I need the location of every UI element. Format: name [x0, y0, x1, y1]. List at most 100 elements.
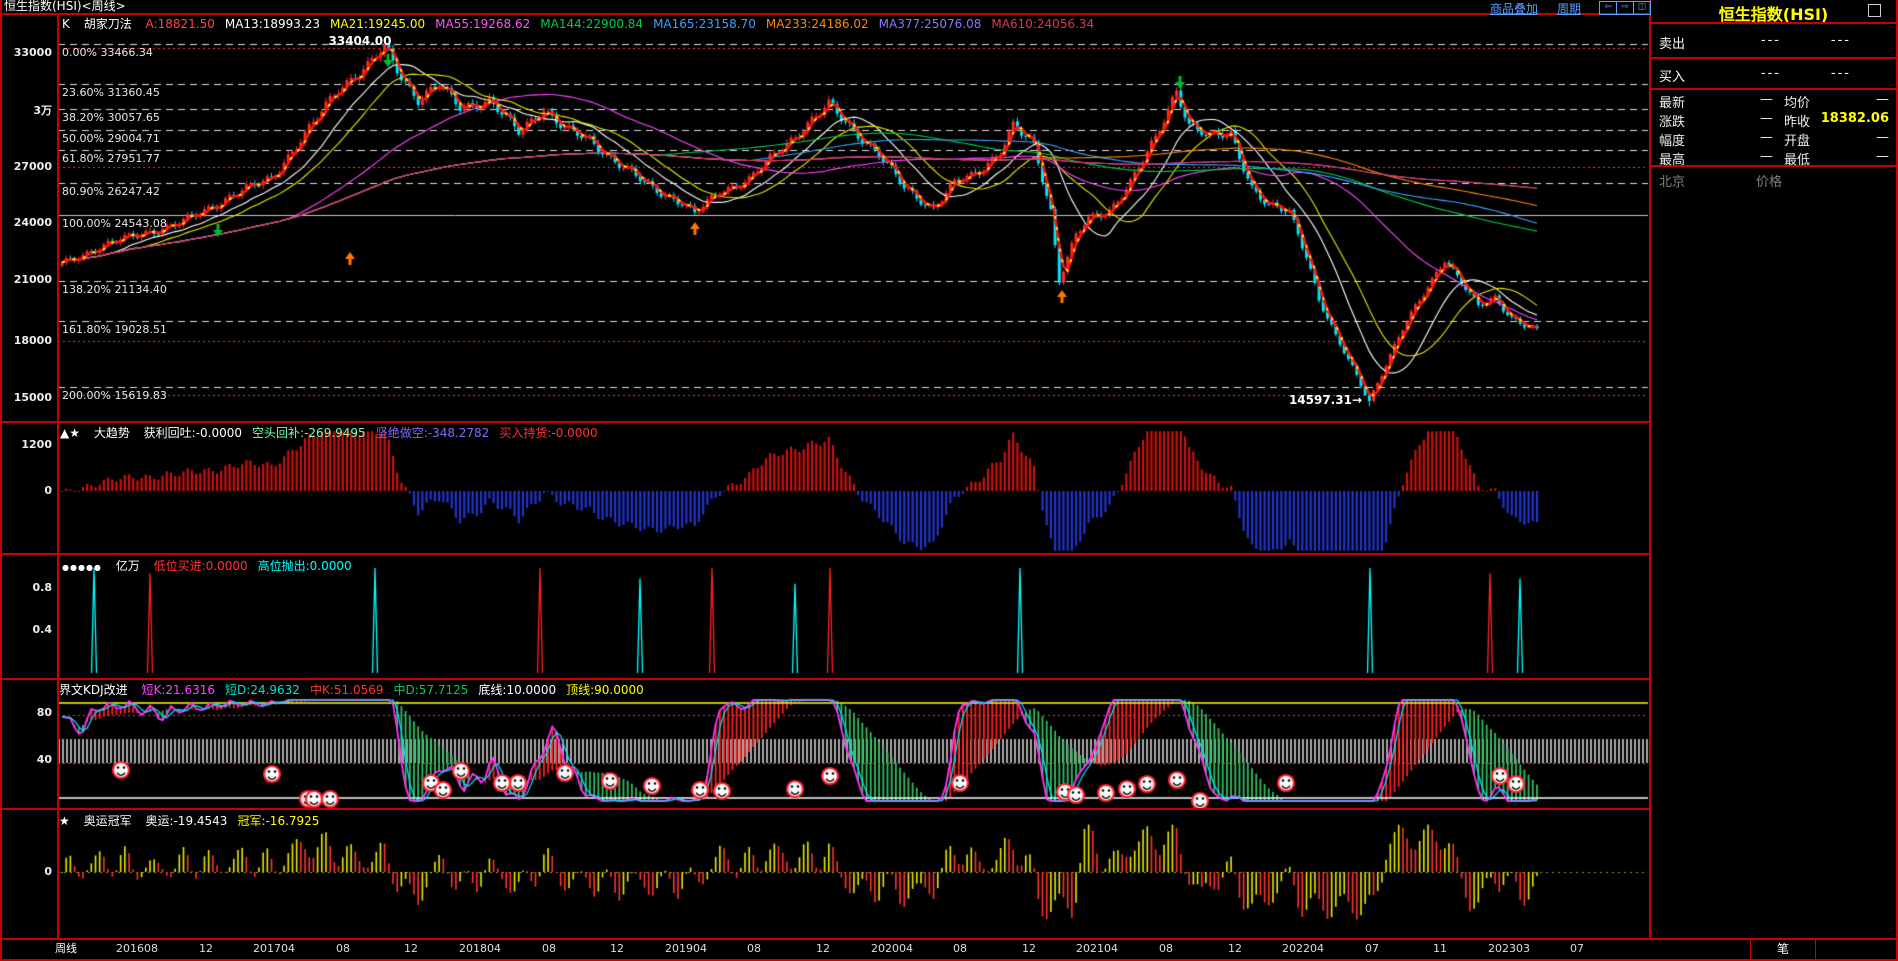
axis-label: 15000	[0, 391, 52, 404]
axis-label: 24000	[0, 216, 52, 229]
ask-label: 卖出	[1659, 33, 1685, 52]
indicator-value: 顶线:90.0000	[566, 683, 644, 697]
x-axis-tick: 12	[199, 942, 213, 955]
quote-row: 幅度—开盘—	[1651, 130, 1896, 146]
period-button[interactable]: 周期	[1557, 0, 1581, 17]
quote-field-value: —	[1711, 130, 1773, 145]
quote-panel: 恒生指数(HSI) 卖出 --- --- 买入 --- --- 最新—均价—涨跌…	[1651, 0, 1896, 938]
back-arrow-icon[interactable]: ⇦	[1599, 1, 1617, 15]
quote-field-value: —	[1809, 130, 1889, 145]
axis-label: 40	[0, 753, 52, 766]
quote-field-value: —	[1711, 149, 1773, 164]
price-annotation: 14597.31→	[1289, 393, 1362, 407]
quote-field-label: 最新	[1659, 92, 1685, 111]
x-axis-tick: 08	[1159, 942, 1173, 955]
olympic-pane-header: ★ 奥运冠军 奥运:-19.4543 冠军:-16.7925	[59, 812, 339, 829]
fib-level-label: 38.20% 30057.65	[62, 111, 160, 124]
axis-label: 21000	[0, 273, 52, 286]
axis-label: 18000	[0, 334, 52, 347]
indicator-value: MA165:23158.70	[653, 17, 756, 31]
fib-level-label: 138.20% 21134.40	[62, 283, 167, 296]
fib-level-label: 50.00% 29004.71	[62, 132, 160, 145]
indicator-value: MA233:24186.02	[766, 17, 869, 31]
pane-separator-1	[0, 421, 1649, 423]
quote-field-value: —	[1809, 149, 1889, 164]
trend-prefix-icon: ▲★	[60, 426, 80, 440]
period-label: 周线	[55, 942, 77, 955]
x-axis-tick: 08	[953, 942, 967, 955]
x-axis-tick: 12	[1022, 942, 1036, 955]
pen-tool-button[interactable]: 笔	[1750, 939, 1816, 961]
window-title: 恒生指数(HSI)<周线>	[4, 0, 126, 13]
indicator-name: 胡家刀法	[84, 17, 132, 31]
bid-volume: ---	[1791, 66, 1851, 81]
ask-price: ---	[1721, 33, 1781, 48]
indicator-value: MA377:25076.08	[879, 17, 982, 31]
quote-field-value: —	[1809, 92, 1889, 107]
bid-price: ---	[1721, 66, 1781, 81]
indicator-value: 短K:21.6316	[141, 683, 215, 697]
pane-separator-3	[0, 678, 1649, 680]
olympic-name: 奥运冠军	[84, 814, 132, 828]
indicator-value: 买入持货:-0.0000	[499, 426, 597, 440]
x-axis-tick: 202204	[1282, 942, 1324, 955]
yiwan-label-highlight-box	[0, 553, 58, 680]
ask-row: 卖出 --- ---	[1651, 33, 1896, 49]
axis-label: 1200	[0, 438, 52, 451]
xaxis-separator	[0, 938, 1898, 940]
quote-field-value: —	[1711, 92, 1773, 107]
indicator-value: 低位买进:0.0000	[154, 559, 248, 573]
split-window-icon[interactable]: ◫	[1633, 1, 1651, 15]
fib-level-label: 100.00% 24543.08	[62, 217, 167, 230]
x-axis-tick: 08	[336, 942, 350, 955]
indicator-value: 短D:24.9632	[225, 683, 300, 697]
ma-header: K 胡家刀法 A:18821.50MA13:18993.23MA21:19245…	[62, 15, 1114, 32]
axis-label: 3万	[0, 104, 52, 117]
trading-terminal: 恒生指数(HSI)<周线> 商品叠加 周期 ⇦ ⇨ ◫ K 胡家刀法 A:188…	[0, 0, 1898, 961]
bid-row: 买入 --- ---	[1651, 66, 1896, 82]
indicator-value: 奥运:-19.4543	[145, 814, 227, 828]
axis-label: 80	[0, 706, 52, 719]
x-axis-tick: 201804	[459, 942, 501, 955]
olympic-prefix-icon: ★	[59, 814, 70, 828]
x-axis-tick: 201904	[665, 942, 707, 955]
trend-pane-header: ▲★ 大趋势 获利回吐:-0.0000空头回补:-269.9495坚绝做空:-3…	[60, 424, 618, 441]
maximize-icon[interactable]	[1868, 4, 1881, 17]
indicator-value: 冠军:-16.7925	[237, 814, 319, 828]
axis-label: 0.4	[0, 623, 52, 636]
indicator-value: 坚绝做空:-348.2782	[376, 426, 490, 440]
axis-divider	[57, 13, 59, 938]
axis-label: 33000	[0, 46, 52, 59]
axis-label: 0.8	[0, 581, 52, 594]
overlay-instrument-button[interactable]: 商品叠加	[1490, 0, 1538, 17]
fib-level-label: 61.80% 27951.77	[62, 152, 160, 165]
x-axis-tick: 201608	[116, 942, 158, 955]
quote-row: 最高—最低—	[1651, 149, 1896, 165]
x-axis-tick: 07	[1570, 942, 1584, 955]
pane-separator-2	[0, 553, 1649, 555]
x-axis-tick: 12	[1228, 942, 1242, 955]
price-column-label: 价格	[1756, 171, 1782, 190]
indicator-value: 高位抛出:0.0000	[258, 559, 352, 573]
kd-pane-header: 界文KDJ改进 短K:21.6316短D:24.9632中K:51.0569中D…	[59, 681, 664, 698]
k-label: K	[62, 17, 70, 31]
x-axis-tick: 07	[1365, 942, 1379, 955]
axis-label: 0	[0, 484, 52, 497]
quote-row: 涨跌—昨收18382.06	[1651, 111, 1896, 127]
region-row: 北京 价格	[1651, 171, 1896, 187]
indicator-value: 中D:57.7125	[394, 683, 469, 697]
indicator-value: 获利回吐:-0.0000	[144, 426, 242, 440]
fib-level-label: 161.80% 19028.51	[62, 323, 167, 336]
fib-level-label: 200.00% 15619.83	[62, 389, 167, 402]
x-axis-tick: 11	[1433, 942, 1447, 955]
left-border	[0, 0, 2, 961]
x-axis-tick: 08	[747, 942, 761, 955]
x-axis-tick: 12	[816, 942, 830, 955]
indicator-value: 空头回补:-269.9495	[252, 426, 366, 440]
fib-level-label: 80.90% 26247.42	[62, 185, 160, 198]
x-axis-tick: 12	[404, 942, 418, 955]
x-axis-tick: 201704	[253, 942, 295, 955]
forward-arrow-icon[interactable]: ⇨	[1616, 1, 1634, 15]
indicator-value: A:18821.50	[146, 17, 215, 31]
indicator-value: 中K:51.0569	[310, 683, 384, 697]
